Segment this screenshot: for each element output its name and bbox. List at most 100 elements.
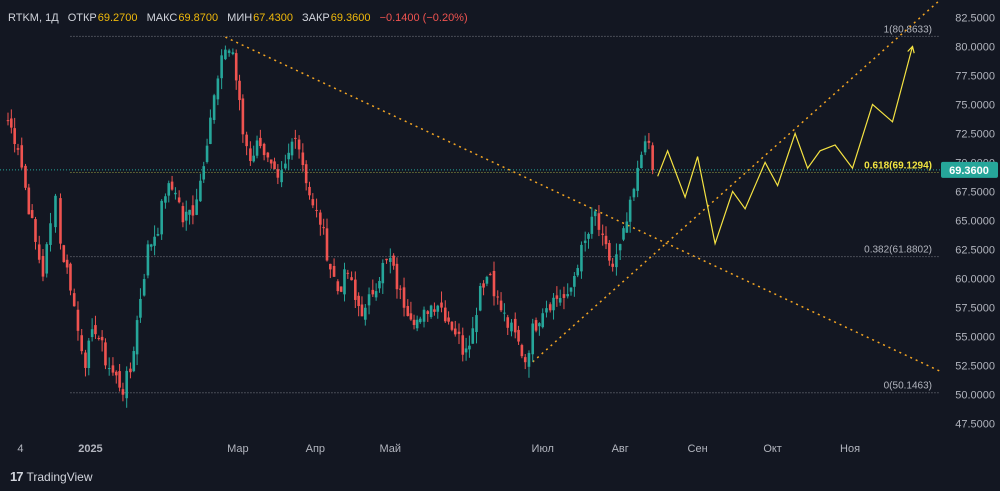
candle-body: [381, 262, 385, 284]
candle-body: [209, 117, 212, 144]
candle-body: [418, 318, 422, 323]
candle-body: [412, 319, 416, 325]
candle-body: [531, 323, 535, 355]
legend-high-label: МАКС: [146, 12, 178, 24]
candle-body: [10, 118, 13, 128]
candle-body: [402, 287, 406, 308]
downtrend-line: [225, 36, 941, 372]
legend-open-value: 69.2700: [97, 12, 138, 24]
candle-body: [433, 309, 436, 312]
candle-body: [262, 143, 266, 156]
candle-body: [220, 55, 223, 79]
candle-body: [234, 53, 238, 81]
projection-path: [657, 46, 914, 246]
candle-body: [488, 274, 492, 276]
candle-body: [322, 227, 325, 229]
candle-body: [354, 279, 357, 300]
tradingview-brand[interactable]: 17 TradingView: [10, 469, 93, 484]
candle-body: [632, 188, 636, 198]
candle-body: [45, 244, 49, 274]
fib-level-label: 1(80.8633): [884, 24, 932, 35]
candle-body: [111, 365, 115, 373]
candle-body: [146, 244, 150, 276]
candle-body: [643, 141, 647, 153]
candle-body: [6, 120, 10, 122]
candle-body: [597, 213, 601, 230]
candle-body: [482, 283, 485, 288]
brand-name: TradingView: [26, 469, 93, 484]
candle-body: [252, 155, 256, 162]
candle-body: [611, 263, 614, 267]
candle-body: [304, 164, 308, 184]
candle-body: [453, 328, 457, 335]
candle-body: [191, 205, 195, 216]
candle-body: [545, 308, 548, 313]
y-tick-label: 82.5000: [955, 12, 995, 24]
candle-body: [280, 170, 283, 183]
candle-body: [457, 331, 461, 334]
candle-body: [378, 280, 381, 289]
candle-body: [94, 325, 97, 335]
candle-body: [443, 307, 447, 322]
candle-body: [580, 244, 583, 272]
candle-body: [329, 263, 332, 270]
legend-low-label: МИН: [227, 12, 253, 24]
candle-body: [360, 304, 364, 317]
tradingview-logo-icon: 17: [10, 469, 24, 484]
candle-body: [395, 263, 399, 290]
candle-body: [24, 165, 27, 188]
candle-body: [59, 198, 62, 244]
candle-body: [241, 98, 245, 135]
candle-body: [216, 78, 220, 100]
candle-body: [429, 305, 433, 317]
candle-body: [628, 199, 632, 222]
candle-body: [510, 322, 513, 332]
candle-body: [409, 313, 413, 320]
candle-body: [255, 140, 259, 156]
candle-body: [608, 243, 611, 261]
legend-symbol[interactable]: RTKM, 1Д: [8, 12, 59, 24]
x-tick-label: Апр: [306, 443, 325, 455]
candle-body: [69, 263, 72, 291]
uptrend-line: [532, 0, 941, 363]
candle-body: [548, 304, 552, 311]
candle-body: [534, 320, 538, 331]
candle-body: [440, 302, 443, 308]
candle-body: [647, 140, 651, 143]
candle-body: [587, 233, 590, 239]
legend-close-label: ЗАКР: [302, 12, 330, 24]
candle-body: [297, 139, 301, 150]
candle-body: [184, 211, 188, 221]
candle-body: [20, 145, 24, 168]
candle-body: [538, 323, 541, 327]
candle-body: [346, 272, 350, 274]
candle-body: [385, 258, 388, 261]
candle-body: [62, 245, 66, 263]
candle-body: [471, 328, 475, 344]
y-tick-label: 57.5000: [955, 302, 995, 314]
candle-body: [527, 352, 531, 367]
candle-body: [153, 236, 156, 246]
candle-body: [199, 180, 202, 202]
candle-body: [562, 294, 566, 298]
candle-body: [636, 167, 639, 191]
candle-body: [49, 223, 52, 245]
price-chart[interactable]: 47.5000 50.0000 52.5000 55.0000 57.5000 60.00…: [0, 0, 1000, 491]
candle-body: [142, 279, 146, 296]
candle-body: [224, 49, 227, 60]
candle-body: [374, 291, 378, 298]
y-tick-label: 50.0000: [955, 389, 995, 401]
legend-change: −0.1400 (−0.20%): [379, 12, 468, 24]
candle-body: [149, 244, 153, 247]
candle-body: [625, 221, 629, 233]
candle-body: [343, 269, 346, 295]
candle-body: [129, 368, 132, 373]
y-tick-label: 55.0000: [955, 331, 995, 343]
candle-body: [30, 210, 34, 219]
candle-body: [371, 289, 375, 295]
candle-body: [118, 371, 121, 388]
candle-body: [513, 318, 517, 333]
candle-body: [276, 169, 280, 178]
x-tick-label: Окт: [763, 443, 782, 455]
candle-body: [301, 152, 305, 166]
